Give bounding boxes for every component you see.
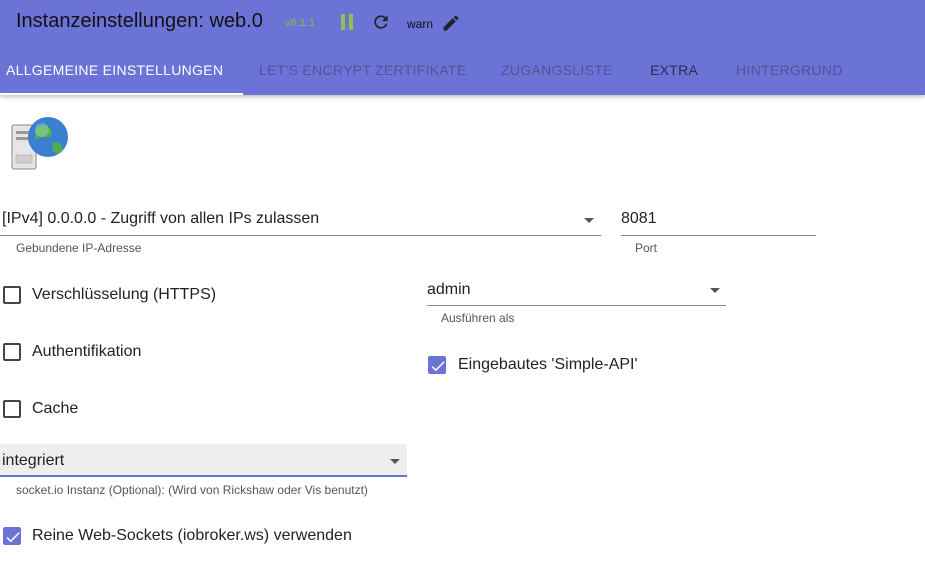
check-icon <box>431 361 445 372</box>
tab-letsencrypt[interactable]: LET'S ENCRYPT ZERTIFIKATE <box>259 48 467 93</box>
loglevel-label: warn <box>407 17 434 31</box>
tab-extra[interactable]: EXTRA <box>650 48 698 93</box>
chevron-down-icon[interactable] <box>710 288 720 293</box>
cache-label: Cache <box>32 400 79 417</box>
app-bar: Instanzeinstellungen: web.0 v6.1.1 warn … <box>0 0 925 95</box>
port-underline <box>621 235 816 236</box>
socketio-select[interactable]: integriert <box>0 444 407 477</box>
chevron-down-icon <box>390 459 400 464</box>
bind-ip-underline <box>0 235 601 236</box>
pause-icon[interactable] <box>340 14 354 30</box>
web-adapter-logo <box>8 115 70 173</box>
socketio-helper: socket.io Instanz (Optional): (Wird von … <box>16 483 368 497</box>
auth-label: Authentifikation <box>32 343 142 360</box>
simple-api-checkbox[interactable] <box>428 356 446 374</box>
run-as-select[interactable]: admin <box>427 281 471 299</box>
tab-background[interactable]: HINTERGRUND <box>736 48 843 93</box>
page-title: Instanzeinstellungen: web.0 <box>16 10 263 32</box>
port-input[interactable]: 8081 <box>621 210 657 228</box>
tab-bar: ALLGEMEINE EINSTELLUNGEN LET'S ENCRYPT Z… <box>0 48 925 95</box>
https-label: Verschlüsselung (HTTPS) <box>32 286 217 303</box>
https-checkbox[interactable] <box>3 286 21 304</box>
run-as-helper: Ausführen als <box>441 311 515 325</box>
version-badge: v6.1.1 <box>285 17 315 29</box>
auth-checkbox[interactable] <box>3 343 21 361</box>
simple-api-label: Eingebautes 'Simple-API' <box>458 356 638 373</box>
bind-ip-select[interactable]: [IPv4] 0.0.0.0 - Zugriff von allen IPs z… <box>2 210 319 228</box>
tab-general[interactable]: ALLGEMEINE EINSTELLUNGEN <box>6 48 223 93</box>
socketio-value: integriert <box>2 452 65 469</box>
check-icon <box>6 532 20 543</box>
reload-icon[interactable] <box>371 12 391 32</box>
tab-access-list[interactable]: ZUGANGSLISTE <box>501 48 613 93</box>
pure-ws-checkbox[interactable] <box>3 527 21 545</box>
port-helper: Port <box>635 241 658 255</box>
tab-indicator <box>0 93 243 95</box>
chevron-down-icon[interactable] <box>584 218 594 223</box>
pure-ws-label: Reine Web-Sockets (iobroker.ws) verwende… <box>32 527 352 544</box>
run-as-underline <box>427 305 726 306</box>
edit-icon[interactable] <box>441 13 461 33</box>
cache-checkbox[interactable] <box>3 400 21 418</box>
bind-ip-helper: Gebundene IP-Adresse <box>16 241 142 255</box>
